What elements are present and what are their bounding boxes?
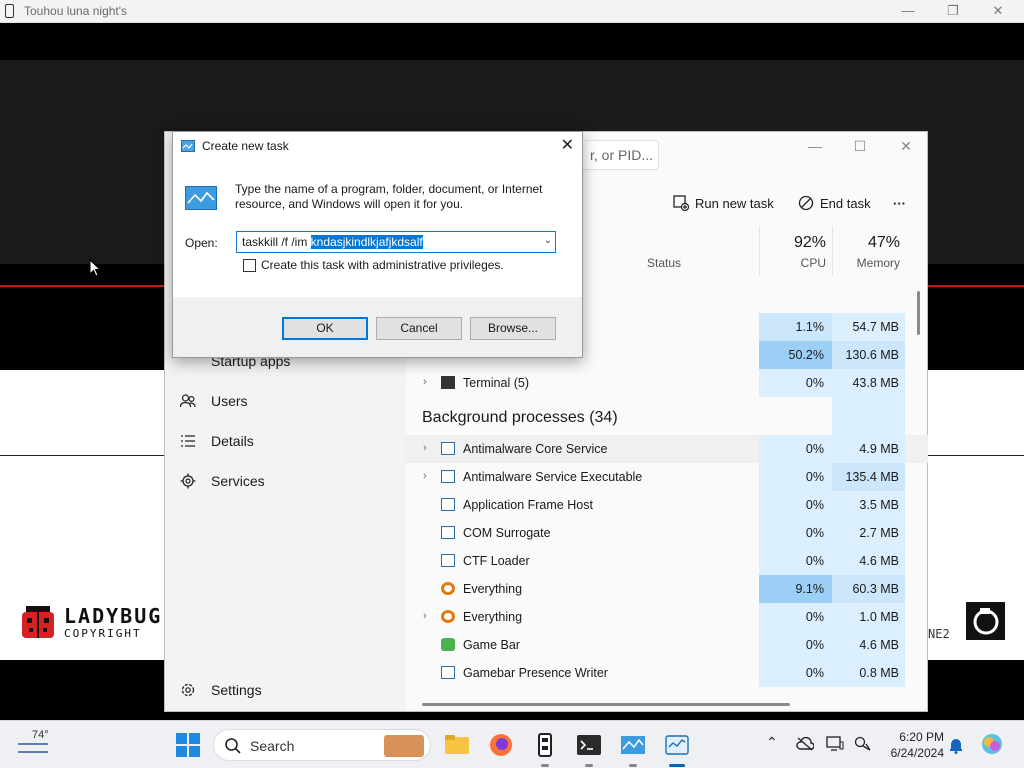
network-icon[interactable] [854,736,872,752]
wind-icon [18,743,48,753]
clock-date: 6/24/2024 [890,746,944,760]
weather-temp: 74° [32,729,49,741]
studio-logo-icon [966,602,1005,640]
minimize-button[interactable]: — [898,2,918,20]
sidebar-item-users[interactable]: Users [179,387,248,415]
details-icon [181,435,195,447]
search-input[interactable]: r, or PID... [581,140,659,170]
dialog-body: Type the name of a program, folder, docu… [173,160,582,297]
create-new-task-dialog[interactable]: Create new task ✕ Type the name of a pro… [172,131,583,358]
run-new-task-label: Run new task [695,195,774,211]
end-task-icon [798,195,814,211]
onedrive-icon[interactable] [796,737,814,751]
mouse-cursor-icon [89,259,101,277]
status-column-header[interactable]: Status [641,226,760,276]
clock[interactable]: 6:20 PM 6/24/2024 [880,729,944,761]
chevron-down-icon[interactable]: ⌄ [544,235,552,246]
sidebar-item-settings[interactable]: Settings [179,676,262,704]
ladybug-logo: LADYBUG COPYRIGHT [18,602,168,642]
sidebar-item-label: Services [211,473,265,489]
admin-privileges-checkbox[interactable]: Create this task with administrative pri… [243,258,504,272]
tm-close-button[interactable]: ✕ [894,138,918,158]
run-icon[interactable] [620,732,646,758]
search-label: Search [250,738,295,754]
memory-column-header[interactable]: 47% Memory [833,226,906,276]
terminal-icon[interactable] [576,732,602,758]
command-input[interactable]: taskkill /f /im kndasjkindlkjafjkdsalf ⌄ [236,231,556,253]
end-task-button[interactable]: End task [798,192,871,214]
logo-right-text: NE2 [928,627,950,641]
active-indicator [669,764,685,767]
file-explorer-icon[interactable] [444,732,470,758]
maximize-button[interactable]: ❐ [943,2,963,20]
close-button[interactable]: ✕ [988,2,1008,20]
memory-column-label: Memory [856,256,900,270]
logo-sub: COPYRIGHT [64,627,142,640]
bell-icon[interactable] [948,736,964,754]
admin-checkbox-label: Create this task with administrative pri… [261,258,504,272]
show-hidden-icons-button[interactable]: ⌃ [766,734,778,751]
sidebar-item-details[interactable]: Details [179,427,254,455]
dialog-title: Create new task [202,139,289,153]
status-column-label: Status [647,256,682,270]
gear-icon [181,683,195,697]
clock-time: 6:20 PM [899,730,944,744]
taskbar: 74° Search ⌃ 6:20 PM 6/24/2024 [0,720,1024,768]
tm-maximize-button[interactable]: ☐ [848,138,872,158]
sidebar-item-label: Details [211,433,254,449]
cpu-column-header[interactable]: 92% CPU [760,226,833,276]
open-label: Open: [185,236,218,250]
task-manager-icon[interactable] [664,732,690,758]
app-icon [5,4,14,18]
search-icon [225,738,241,754]
users-icon [179,394,196,408]
running-indicator [585,764,593,767]
run-new-task-button[interactable]: Run new task [673,192,774,214]
cpu-column-label: CPU [800,256,826,270]
run-task-icon [673,195,689,211]
sidebar-item-services[interactable]: Services [179,467,265,495]
search-highlight-icon [384,735,424,757]
game-window-titlebar[interactable]: Touhou luna night's — ❐ ✕ [0,0,1024,23]
dialog-close-button[interactable]: ✕ [561,135,574,155]
tm-minimize-button[interactable]: — [803,138,827,158]
sidebar-item-label: Settings [211,682,262,698]
running-indicator [629,764,637,767]
ladybug-icon [22,606,54,638]
firefox-icon[interactable] [488,732,514,758]
game-window-title: Touhou luna night's [24,4,128,18]
run-dialog-icon [181,140,195,152]
cancel-button[interactable]: Cancel [376,317,462,340]
weather-widget[interactable]: 74° [18,727,58,763]
display-icon[interactable] [826,736,844,752]
checkbox-box[interactable] [243,258,256,272]
taskbar-search[interactable]: Search [213,729,431,761]
sidebar-item-label: Users [211,393,248,409]
game-app-icon[interactable] [532,732,558,758]
memory-total: 47% [867,234,900,251]
browse-button[interactable]: Browse... [470,317,556,340]
command-text: taskkill /f /im [242,235,311,249]
run-program-icon [185,186,217,210]
command-selected-text: kndasjkindlkjafjkdsalf [310,235,423,249]
more-options-button[interactable]: ··· [893,192,906,214]
cpu-total: 92% [793,234,826,251]
start-icon[interactable] [175,732,201,758]
end-task-label: End task [820,195,871,211]
ok-button[interactable]: OK [282,317,368,340]
dialog-description: Type the name of a program, folder, docu… [235,182,543,211]
dialog-titlebar[interactable]: Create new task ✕ [173,132,582,160]
running-indicator [541,764,549,767]
logo-name: LADYBUG [64,604,163,628]
services-icon [180,473,196,489]
copilot-icon[interactable] [980,732,1004,756]
